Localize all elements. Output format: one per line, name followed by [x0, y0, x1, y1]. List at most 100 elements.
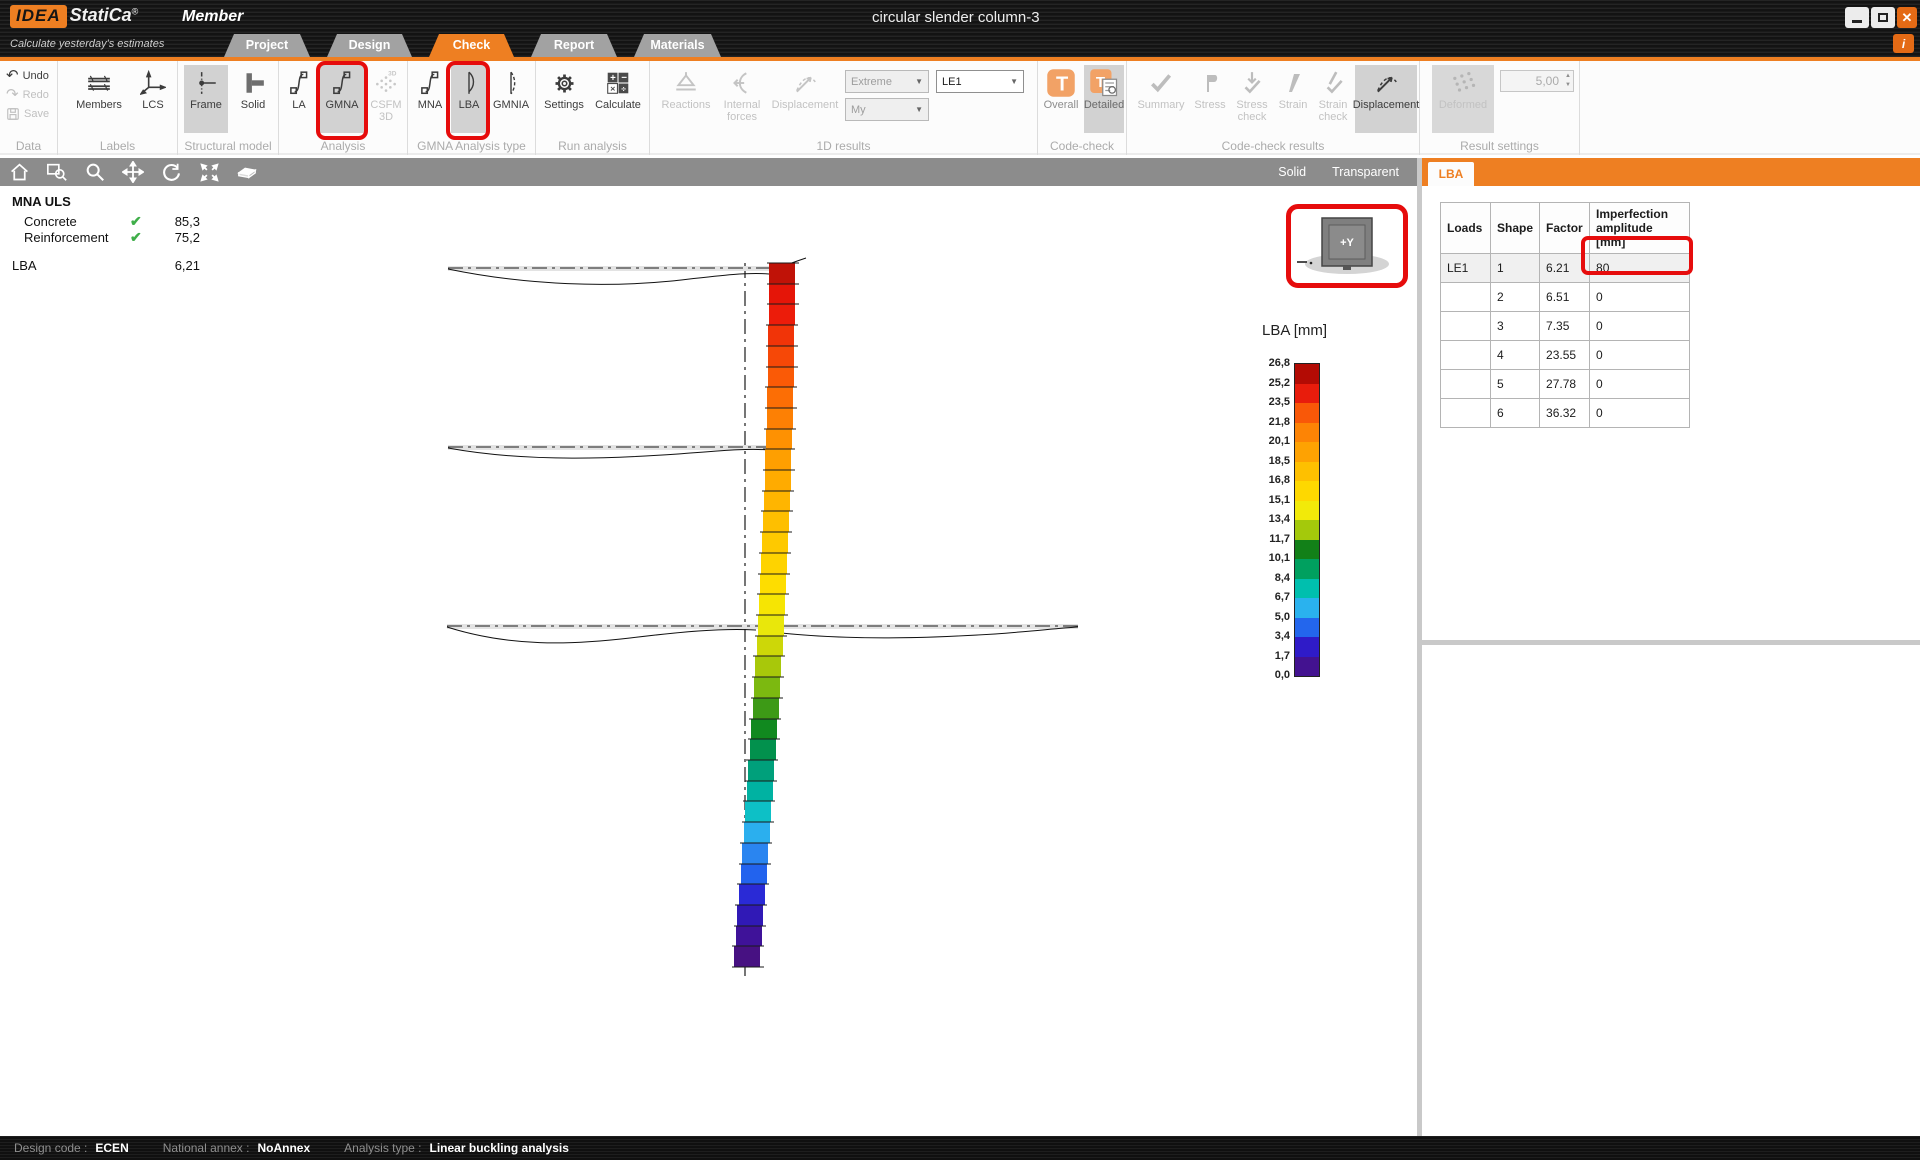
info-button[interactable]: i: [1893, 34, 1914, 53]
displacement-1d-button[interactable]: Displacement: [770, 65, 840, 133]
dropdown-arrow-icon: ▼: [915, 105, 923, 114]
spinner-arrows-icon[interactable]: ▲▼: [1565, 72, 1571, 90]
undo-icon: ↶: [6, 69, 19, 83]
stress-check-button[interactable]: Stress check: [1231, 65, 1273, 133]
solid-button[interactable]: Solid: [232, 65, 274, 133]
displacement-result-button[interactable]: Displacement: [1355, 65, 1417, 133]
home-view-button[interactable]: [0, 158, 38, 186]
result-color-legend: LBA [mm] 26,8 25,2 23,5 21,8 20,1 18,5 1…: [1256, 322, 1327, 677]
overall-button[interactable]: T Overall: [1040, 65, 1082, 133]
calculate-button[interactable]: +−×÷ Calculate: [590, 65, 646, 133]
internal-forces-icon: [729, 67, 755, 99]
settings-button[interactable]: Settings: [540, 65, 588, 133]
group-label-labels: Labels: [58, 139, 177, 153]
load-case-dropdown[interactable]: LE1▼: [936, 70, 1024, 93]
save-icon: [6, 107, 20, 121]
pan-button[interactable]: [114, 158, 152, 186]
strain-check-button[interactable]: Strain check: [1313, 65, 1353, 133]
imperfection-amplitude-cell[interactable]: 80: [1590, 254, 1690, 283]
clipping-box-button[interactable]: [228, 158, 266, 186]
results-panel-divider[interactable]: [1422, 640, 1920, 645]
check-ok-icon: ✔: [130, 229, 158, 246]
ribbon-group-gmna-analysis-type: MNA LBA GMNIA GMNA Analysis type: [408, 61, 536, 155]
svg-text:T: T: [1056, 74, 1068, 96]
gmnia-icon: [498, 67, 524, 99]
app-logo: IDEAStatiCa®: [10, 5, 138, 28]
col-header-imperfection[interactable]: Imperfection amplitude [mm]: [1590, 203, 1690, 254]
tab-check[interactable]: Check: [429, 34, 514, 57]
tab-report[interactable]: Report: [531, 34, 617, 57]
csfm-3d-icon: 3D: [373, 67, 399, 99]
solid-view-button[interactable]: Solid: [1278, 165, 1306, 179]
my-dropdown[interactable]: My▼: [845, 98, 929, 121]
overall-check-icon: T: [1046, 67, 1076, 99]
logo-statica: StatiCa: [70, 5, 132, 25]
lba-results-table: Loads Shape Factor Imperfection amplitud…: [1440, 202, 1690, 428]
dropdown-arrow-icon: ▼: [1010, 77, 1018, 86]
ribbon: ↶Undo ↷Redo Save Data Members LCS Labels…: [0, 61, 1920, 155]
la-icon: [286, 67, 312, 99]
summary-button[interactable]: Summary: [1133, 65, 1189, 133]
lcs-button[interactable]: LCS: [134, 65, 172, 133]
col-header-loads[interactable]: Loads: [1441, 203, 1491, 254]
col-header-shape[interactable]: Shape: [1491, 203, 1540, 254]
tab-materials[interactable]: Materials: [634, 34, 721, 57]
tab-project[interactable]: Project: [224, 34, 310, 57]
table-row[interactable]: 6 36.32 0: [1441, 399, 1690, 428]
design-code-value: ECEN: [95, 1141, 128, 1155]
detailed-button[interactable]: T Detailed: [1084, 65, 1124, 133]
viewport-toolbar: Solid Transparent: [0, 158, 1417, 186]
close-button[interactable]: ✕: [1897, 7, 1917, 28]
design-code-label: Design code :: [14, 1141, 87, 1155]
extreme-dropdown[interactable]: Extreme▼: [845, 70, 929, 93]
lba-button[interactable]: LBA: [451, 65, 487, 133]
maximize-button[interactable]: [1871, 7, 1895, 28]
stress-button[interactable]: Stress: [1191, 65, 1229, 133]
undo-button[interactable]: ↶Undo: [6, 69, 49, 83]
results-panel-tabbar: LBA: [1422, 158, 1920, 186]
table-row[interactable]: 5 27.78 0: [1441, 370, 1690, 399]
strain-button[interactable]: Strain: [1275, 65, 1311, 133]
app-window: IDEAStatiCa® Member Calculate yesterday'…: [0, 0, 1920, 1160]
csfm-3d-button[interactable]: 3D CSFM 3D: [365, 65, 407, 133]
transparent-view-button[interactable]: Transparent: [1332, 165, 1399, 179]
tab-design[interactable]: Design: [327, 34, 412, 57]
table-row[interactable]: 3 7.35 0: [1441, 312, 1690, 341]
gmnia-button[interactable]: GMNIA: [488, 65, 534, 133]
tab-lba-results[interactable]: LBA: [1428, 162, 1474, 186]
table-row[interactable]: 4 23.55 0: [1441, 341, 1690, 370]
zoom-fit-button[interactable]: [190, 158, 228, 186]
col-header-factor[interactable]: Factor: [1540, 203, 1590, 254]
national-annex-label: National annex :: [163, 1141, 250, 1155]
table-header-row: Loads Shape Factor Imperfection amplitud…: [1441, 203, 1690, 254]
zoom-button[interactable]: [76, 158, 114, 186]
displacement-icon: [792, 67, 819, 99]
model-viewport[interactable]: MNA ULS Concrete ✔ 85,3 Reinforcement ✔ …: [0, 186, 1417, 1136]
mna-button[interactable]: MNA: [412, 65, 448, 133]
group-label-code-check: Code-check: [1038, 139, 1126, 153]
summary-title: MNA ULS: [12, 194, 200, 209]
svg-text:÷: ÷: [621, 84, 626, 94]
logo-idea: IDEA: [10, 5, 67, 28]
zoom-window-button[interactable]: [38, 158, 76, 186]
stress-flag-icon: [1198, 67, 1222, 99]
frame-button[interactable]: Frame: [184, 65, 228, 133]
la-button[interactable]: LA: [283, 65, 315, 133]
view-cube[interactable]: +Y: [1291, 209, 1403, 283]
redo-button[interactable]: ↷Redo: [6, 88, 49, 102]
members-button[interactable]: Members: [70, 65, 128, 133]
rotate-button[interactable]: [152, 158, 190, 186]
strain-check-icon: [1320, 67, 1346, 99]
ribbon-group-structural-model: Frame Solid Structural model: [178, 61, 279, 155]
table-row[interactable]: 2 6.51 0: [1441, 283, 1690, 312]
gmna-button[interactable]: GMNA: [320, 65, 364, 133]
internal-forces-button[interactable]: Internal forces: [716, 65, 768, 133]
deformed-scale-input[interactable]: 5,00 ▲▼: [1500, 70, 1574, 92]
deformed-button[interactable]: Deformed: [1432, 65, 1494, 133]
legend-title: LBA [mm]: [1262, 322, 1327, 339]
table-row[interactable]: LE1 1 6.21 80: [1441, 254, 1690, 283]
minimize-button[interactable]: [1845, 7, 1869, 28]
view-cube-highlight: +Y: [1286, 204, 1408, 288]
reactions-button[interactable]: Reactions: [658, 65, 714, 133]
save-button[interactable]: Save: [6, 107, 49, 121]
